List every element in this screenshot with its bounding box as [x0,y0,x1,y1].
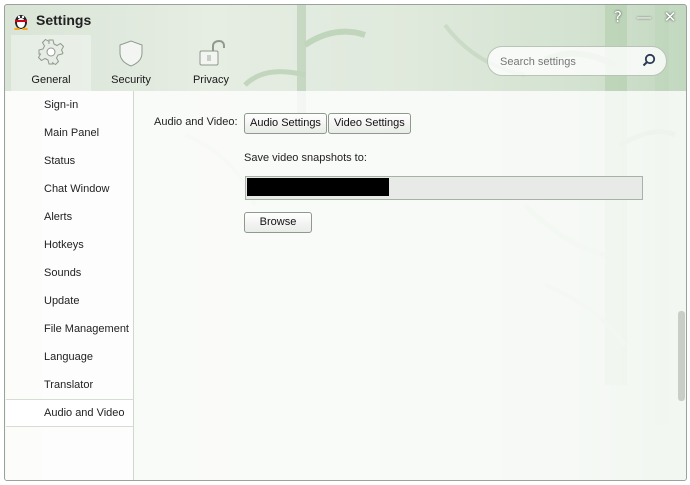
window-controls: ? — ✕ [608,8,680,26]
settings-window: Settings ? — ✕ General Security Privacy … [4,4,687,481]
category-tabs: General Security Privacy [11,35,251,91]
tab-security[interactable]: Security [91,35,171,91]
settings-sidebar: Sign-in Main Panel Status Chat Window Al… [6,91,134,480]
audio-video-panel: Audio and Video: Audio Settings Video Se… [135,91,675,480]
sidebar-item-hotkeys[interactable]: Hotkeys [6,231,133,259]
tab-privacy[interactable]: Privacy [171,35,251,91]
help-icon[interactable]: ? [608,8,628,26]
shield-icon [119,40,143,67]
redacted-path [247,178,389,196]
window-title: Settings [36,12,92,28]
sidebar-item-alerts[interactable]: Alerts [6,203,133,231]
minimize-icon[interactable]: — [634,8,654,26]
audio-settings-button[interactable]: Audio Settings [244,113,327,134]
penguin-icon [14,15,28,30]
close-icon[interactable]: ✕ [660,8,680,26]
search-input[interactable] [498,52,640,71]
title-bar[interactable]: Settings ? — ✕ [5,5,686,35]
sidebar-item-audio-and-video[interactable]: Audio and Video [6,399,133,427]
tab-general[interactable]: General [11,35,91,91]
browse-button[interactable]: Browse [244,212,312,233]
tab-general-label: General [31,74,71,86]
audio-video-label: Audio and Video: [154,116,238,128]
tab-security-label: Security [111,74,151,86]
lock-icon [199,39,225,66]
sidebar-item-status[interactable]: Status [6,147,133,175]
snapshot-folder-label: Save video snapshots to: [244,152,367,164]
sidebar-item-update[interactable]: Update [6,287,133,315]
search-box [487,46,667,76]
video-settings-button[interactable]: Video Settings [328,113,411,134]
sidebar-item-sign-in[interactable]: Sign-in [6,91,133,119]
sidebar-item-translator[interactable]: Translator [6,371,133,399]
scrollbar-thumb[interactable] [678,311,685,401]
tab-privacy-label: Privacy [192,74,230,86]
snapshot-path-field[interactable] [245,176,643,200]
sidebar-item-sounds[interactable]: Sounds [6,259,133,287]
gear-icon [38,39,64,65]
search-icon[interactable] [642,53,656,67]
sidebar-item-main-panel[interactable]: Main Panel [6,119,133,147]
sidebar-item-chat-window[interactable]: Chat Window [6,175,133,203]
sidebar-item-language[interactable]: Language [6,343,133,371]
sidebar-item-file-management[interactable]: File Management [6,315,133,343]
